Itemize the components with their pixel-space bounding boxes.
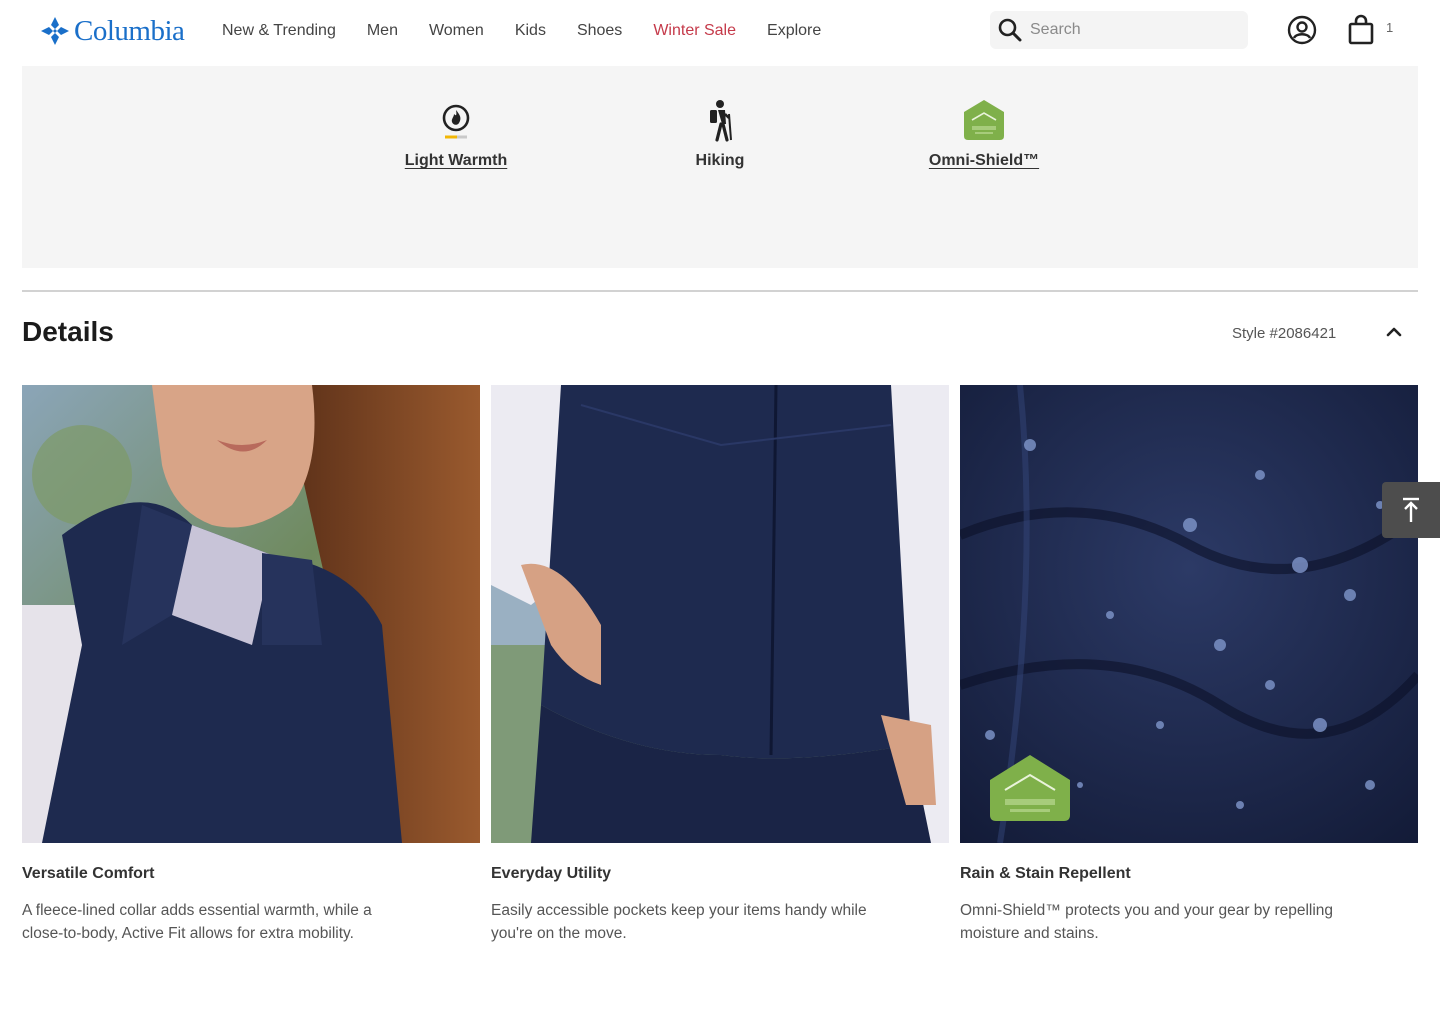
vest-pocket-photo <box>491 385 949 843</box>
benefit-hiking[interactable]: Hiking <box>620 96 820 170</box>
search-box[interactable] <box>990 11 1248 49</box>
benefit-omni-shield[interactable]: Omni-Shield™ <box>884 96 1084 170</box>
brand-name: Columbia <box>74 14 185 47</box>
columbia-diamond-icon <box>41 17 69 45</box>
section-divider <box>22 290 1418 292</box>
feature-card-description: Easily accessible pockets keep your item… <box>491 902 867 942</box>
feature-card-versatile-comfort: Versatile Comfort A fleece-lined collar … <box>22 385 480 945</box>
shopping-bag-icon[interactable] <box>1346 14 1376 46</box>
nav-item-men[interactable]: Men <box>367 20 398 42</box>
product-benefits-band: Light Warmth Hiking Omni-Shield™ <box>22 66 1418 268</box>
nav-item-women[interactable]: Women <box>429 20 484 42</box>
feature-card-rain-stain-repellent: Rain & Stain Repellent Omni-Shield™ prot… <box>960 385 1418 945</box>
search-icon[interactable] <box>990 11 1030 49</box>
feature-card-title: Rain & Stain Repellent <box>960 865 1131 882</box>
benefit-light-warmth[interactable]: Light Warmth <box>356 96 556 170</box>
benefit-label: Omni-Shield™ <box>928 152 1040 169</box>
vest-collar-photo <box>22 385 480 843</box>
site-header: Columbia New & Trending Men Women Kids S… <box>0 0 1440 64</box>
benefit-label: Hiking <box>695 152 745 169</box>
feature-card-title: Everyday Utility <box>491 865 612 882</box>
chevron-up-icon[interactable] <box>1382 320 1406 344</box>
hiker-icon <box>710 100 732 142</box>
feature-card-everyday-utility: Everyday Utility Easily accessible pocke… <box>491 385 949 945</box>
benefit-label: Light Warmth <box>404 152 508 169</box>
feature-card-title: Versatile Comfort <box>22 865 155 882</box>
cart-count-badge: 1 <box>1386 20 1394 35</box>
details-heading: Details <box>22 316 114 347</box>
omni-shield-badge-icon <box>964 100 1004 140</box>
scroll-to-top-icon <box>1403 497 1419 522</box>
main-nav: New & Trending Men Women Kids Shoes Wint… <box>222 20 821 42</box>
nav-item-kids[interactable]: Kids <box>515 20 546 42</box>
style-number: Style #2086421 <box>1232 325 1337 342</box>
water-repellent-fabric-photo <box>960 385 1418 843</box>
search-input[interactable] <box>1030 21 1230 39</box>
feature-card-description: A fleece-lined collar adds essential war… <box>22 902 372 942</box>
nav-item-explore[interactable]: Explore <box>767 20 821 42</box>
nav-item-shoes[interactable]: Shoes <box>577 20 622 42</box>
feature-card-description: Omni-Shield™ protects you and your gear … <box>960 902 1334 942</box>
account-icon[interactable] <box>1286 14 1318 46</box>
nav-item-winter-sale[interactable]: Winter Sale <box>653 20 736 42</box>
columbia-logo[interactable]: Columbia <box>40 12 185 50</box>
warmth-flame-icon <box>442 104 470 139</box>
scroll-to-top-button[interactable] <box>1382 482 1440 538</box>
nav-item-new-trending[interactable]: New & Trending <box>222 20 336 42</box>
